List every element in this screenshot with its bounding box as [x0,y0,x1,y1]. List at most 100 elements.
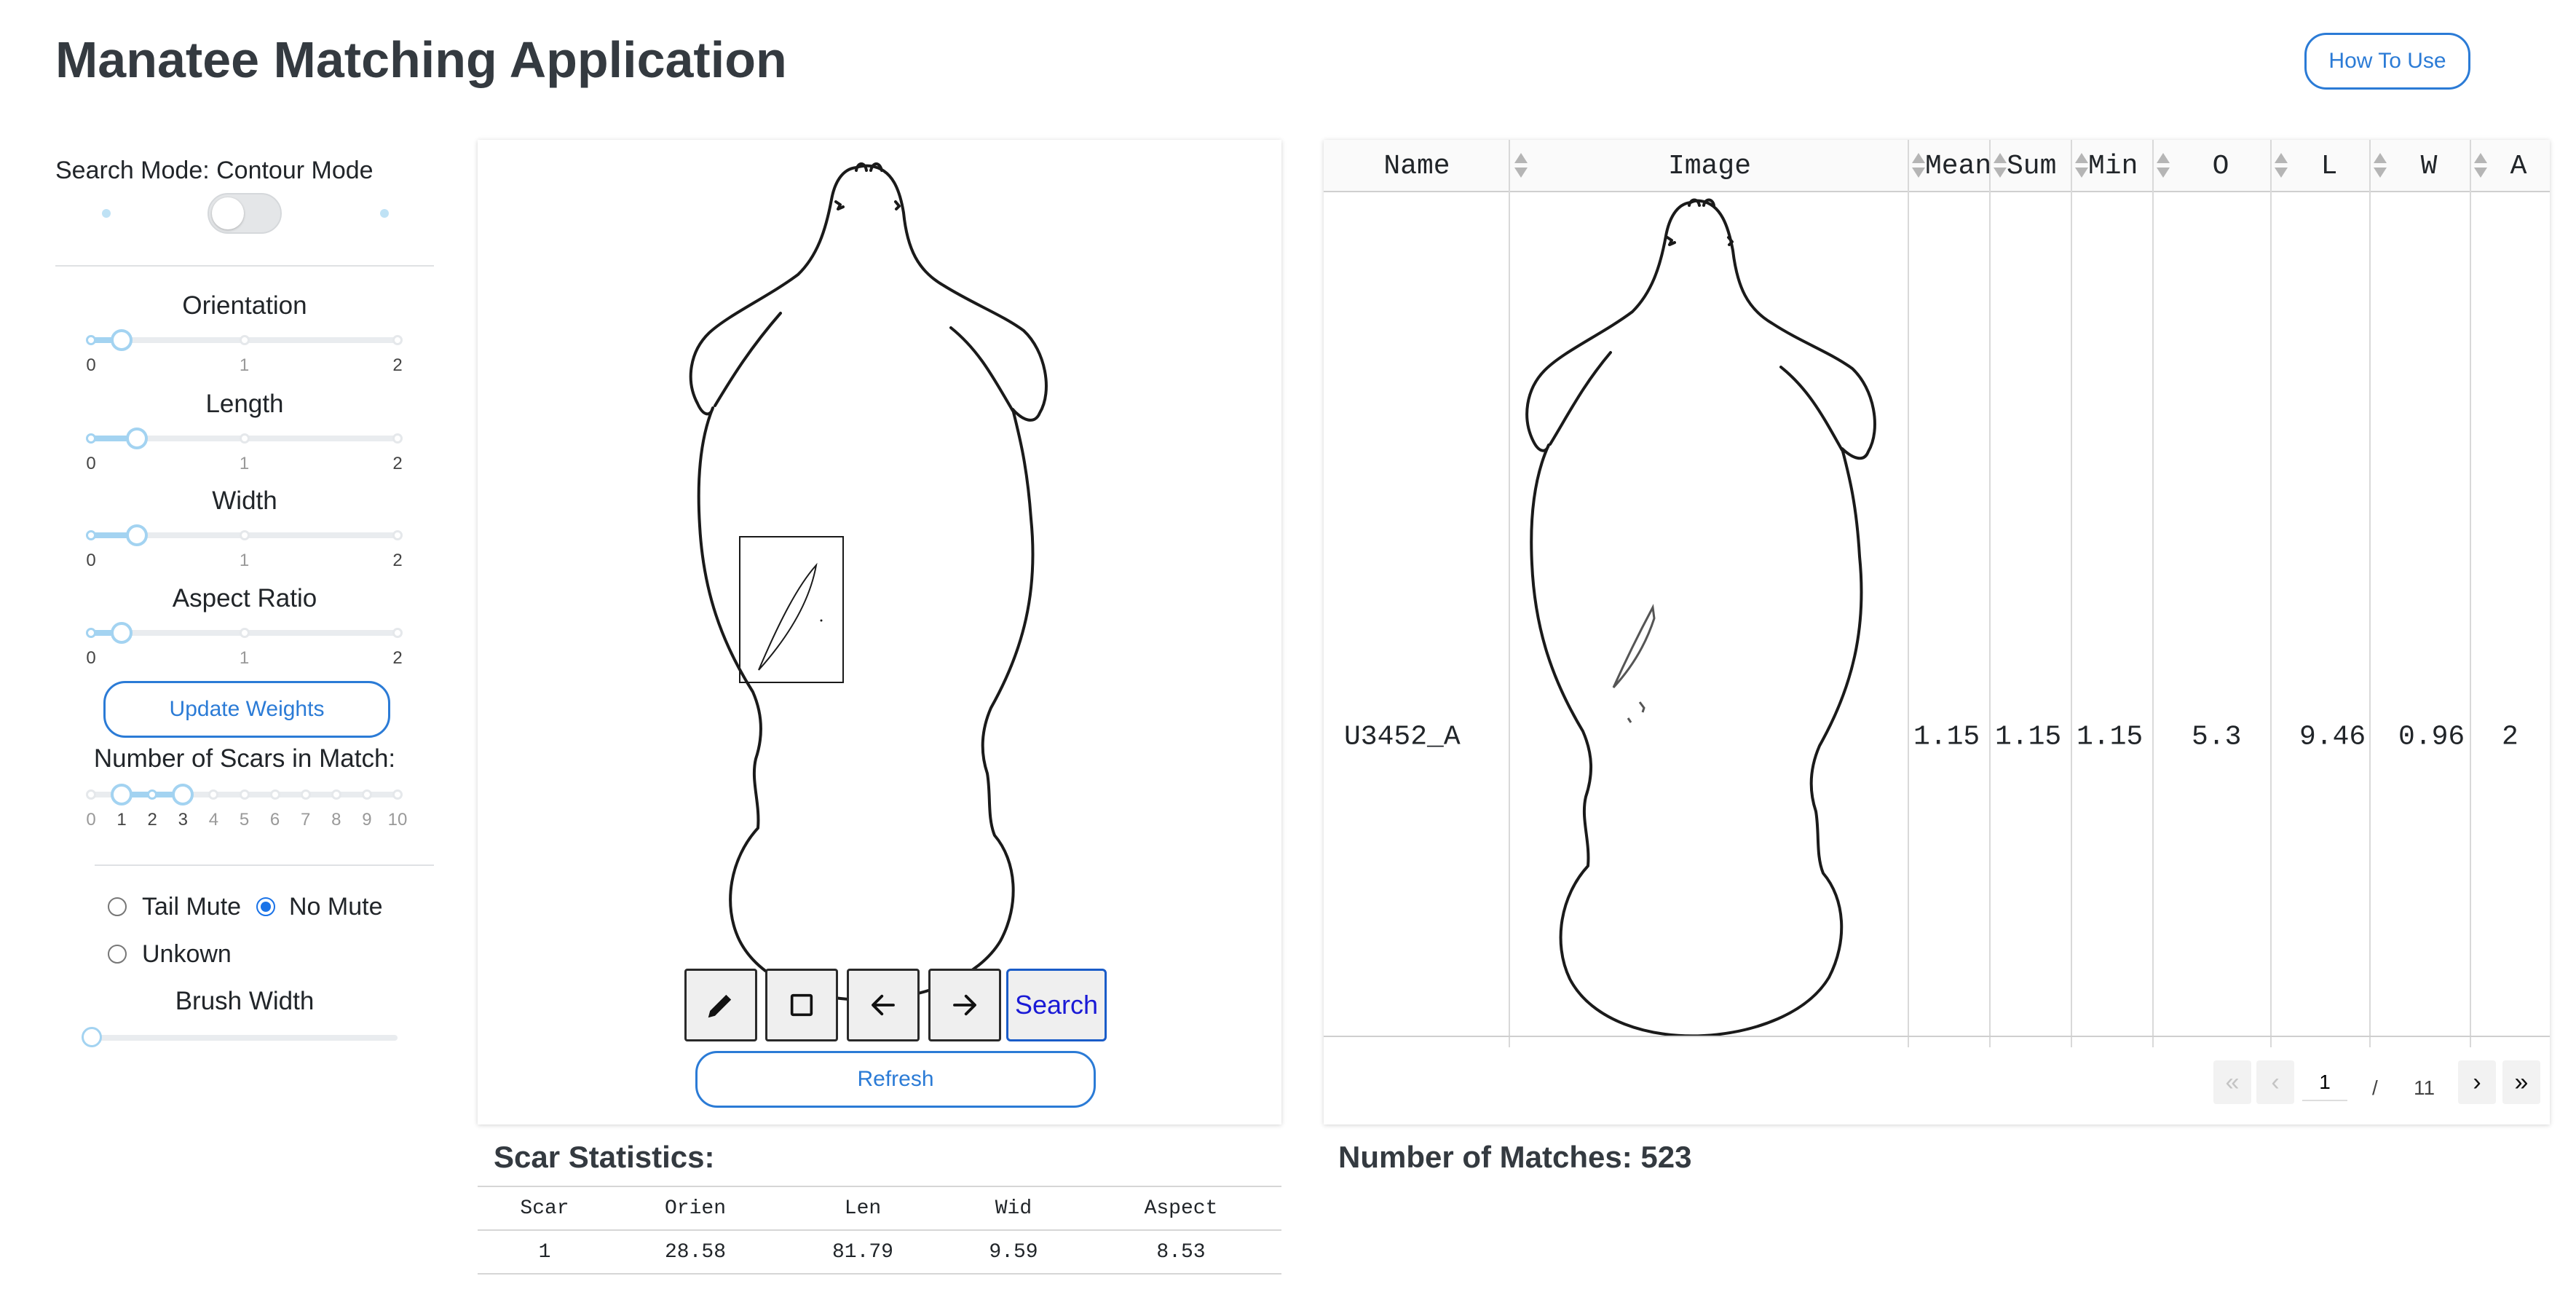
slider-tick [239,433,250,444]
scars-max-handle[interactable] [172,784,194,805]
brush-width-handle[interactable] [82,1027,102,1047]
slider-tick-label: 2 [392,454,403,473]
search-button[interactable]: Search [1006,969,1107,1041]
cell-a: 2 [2502,721,2518,753]
slider-tick [239,335,250,345]
slider-tick [392,628,403,638]
slider-label: Width [212,487,277,515]
table-row[interactable]: 1 28.58 81.79 9.59 8.53 [478,1230,1281,1274]
cell-l: 9.46 [2299,721,2366,753]
slider-tick [86,433,96,444]
column-mean [1909,140,1991,1047]
sort-icon[interactable] [2275,153,2288,179]
refresh-button[interactable]: Refresh [695,1051,1096,1108]
scars-min-handle[interactable] [111,784,133,805]
no-mute-radio[interactable] [256,897,275,916]
scars-tick-label: 8 [331,810,341,830]
cell-len: 81.79 [831,1240,893,1264]
arrow-left-icon [872,994,895,1016]
rectangle-tool-button[interactable] [765,969,838,1041]
pencil-tool-button[interactable] [684,969,757,1041]
cell-scar: 1 [538,1240,551,1264]
scars-tick-label: 0 [86,810,96,830]
column-header-len[interactable]: Len [779,1186,947,1230]
first-page-button[interactable]: « [2213,1060,2251,1104]
scars-tick-label: 2 [147,810,157,830]
column-name [1324,140,1510,1047]
slider-label: Aspect Ratio [172,584,317,612]
column-header-aspect[interactable]: Aspect [1080,1186,1281,1230]
sort-icon[interactable] [1912,153,1925,179]
header-w[interactable]: W [2387,140,2471,192]
slider-handle[interactable] [126,428,149,449]
sort-icon[interactable] [1994,153,2007,179]
column-sum [1991,140,2072,1047]
last-page-button[interactable]: » [2502,1060,2540,1104]
scars-slider-tick [361,789,372,800]
search-mode-toggle[interactable] [208,193,282,234]
scar-statistics-title: Scar Statistics: [494,1140,715,1174]
slider-tick-label: 2 [392,648,403,668]
unknown-radio[interactable] [108,945,127,964]
slider-tick-label: 1 [239,648,250,668]
column-a [2471,140,2550,1047]
column-header-wid[interactable]: Wid [947,1186,1080,1230]
search-mode-label: Search Mode: Contour Mode [55,157,374,184]
column-w [2371,140,2471,1047]
divider [55,265,434,267]
page-number-input[interactable] [2302,1065,2347,1101]
scars-slider-tick [331,789,341,800]
slider-tick-label: 1 [239,551,250,570]
slider-tick-label: 2 [392,551,403,570]
sort-icon[interactable] [2474,153,2487,179]
sort-icon[interactable] [2157,153,2170,179]
tail-mute-radio[interactable] [108,897,127,916]
column-header-scar[interactable]: Scar [478,1186,612,1230]
redo-button[interactable] [928,969,1001,1041]
arrow-right-icon [953,994,976,1016]
update-weights-button[interactable]: Update Weights [103,681,390,738]
scars-label: Number of Scars in Match: [93,744,396,773]
slider-tick [239,530,250,540]
brush-width-track[interactable] [91,1035,398,1041]
match-image[interactable] [1510,192,1909,1036]
cell-sum: 1.15 [1995,721,2062,753]
row-divider [1324,1036,2550,1037]
next-page-button[interactable]: › [2458,1060,2496,1104]
header-l[interactable]: L [2288,140,2371,192]
slider-tick-label: 1 [239,355,250,375]
slider-tick [86,530,96,540]
cell-name[interactable]: U3452_A [1344,722,1461,753]
header-mean[interactable]: Mean [1925,140,1989,192]
header-min[interactable]: Min [2088,140,2152,192]
app-title: Manatee Matching Application [55,31,787,88]
slider-tick-label: 0 [86,355,96,375]
unknown-label: Unkown [142,940,232,968]
scars-slider-tick [239,789,250,800]
header-name[interactable]: Name [1324,140,1510,192]
header-o[interactable]: O [2170,140,2272,192]
toggle-left-dot [102,209,111,218]
sort-icon[interactable] [2075,153,2088,179]
pencil-icon [708,994,732,1018]
no-mute-label: No Mute [289,893,383,921]
scars-slider-tick [392,789,403,800]
sort-icon[interactable] [2374,153,2387,179]
cell-orien: 28.58 [664,1240,726,1264]
number-of-matches: Number of Matches: 523 [1338,1140,1692,1174]
how-to-use-button[interactable]: How To Use [2304,33,2470,90]
slider-handle[interactable] [111,329,133,351]
previous-page-button[interactable]: ‹ [2256,1060,2294,1104]
slider-handle[interactable] [111,622,133,644]
column-header-orien[interactable]: Orien [612,1186,779,1230]
scars-slider-tick [86,789,96,800]
scars-tick-label: 5 [239,810,250,830]
slider-handle[interactable] [126,524,149,546]
header-sum[interactable]: Sum [2007,140,2071,192]
column-o [2154,140,2272,1047]
undo-button[interactable] [847,969,920,1041]
header-a[interactable]: A [2487,140,2550,192]
header-image[interactable]: Image [1510,140,1909,192]
column-min [2072,140,2154,1047]
column-l [2272,140,2371,1047]
